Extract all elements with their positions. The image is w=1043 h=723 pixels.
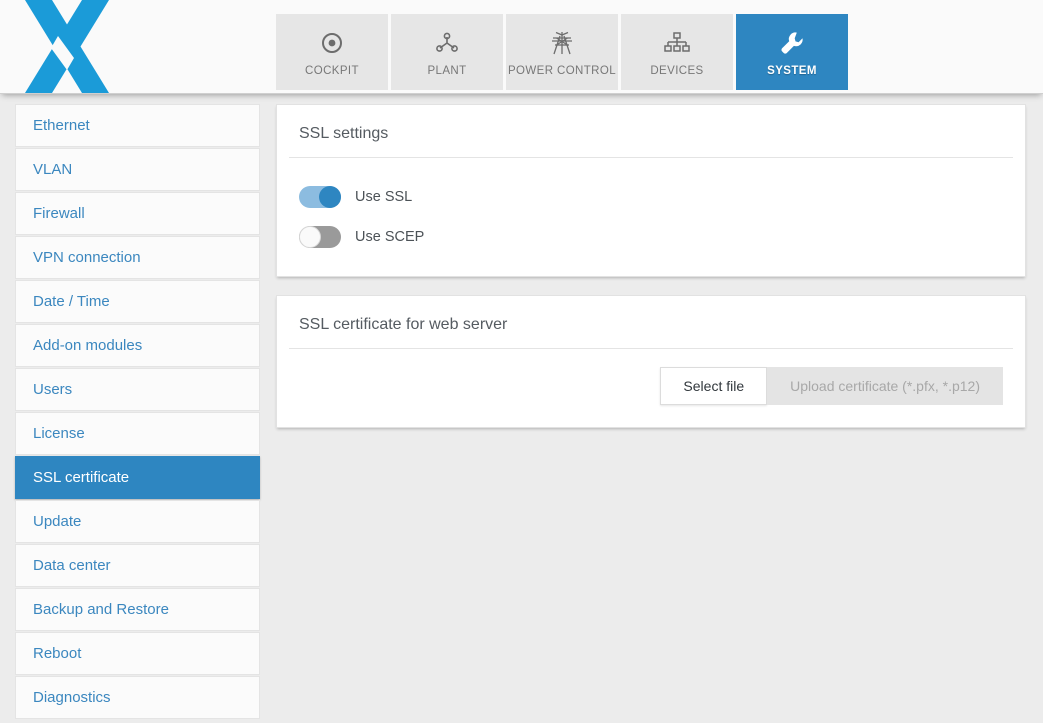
certificate-upload-row: Select file Upload certificate (*.pfx, *… xyxy=(277,349,1025,427)
ssl-settings-title: SSL settings xyxy=(299,125,389,142)
sidebar-item-data-center[interactable]: Data center xyxy=(15,544,260,587)
sidebar-item-reboot[interactable]: Reboot xyxy=(15,632,260,675)
sidebar-item-label: SSL certificate xyxy=(33,469,130,486)
use-scep-toggle[interactable] xyxy=(299,226,341,248)
sidebar-item-license[interactable]: License xyxy=(15,412,260,455)
sidebar-item-label: Data center xyxy=(33,557,111,574)
power-tower-icon xyxy=(549,28,575,58)
tab-cockpit[interactable]: COCKPIT xyxy=(276,14,388,90)
sidebar-item-label: Ethernet xyxy=(33,117,90,134)
sidebar-item-add-on-modules[interactable]: Add-on modules xyxy=(15,324,260,367)
use-scep-label: Use SCEP xyxy=(355,229,425,245)
upload-certificate-button: Upload certificate (*.pfx, *.p12) xyxy=(767,367,1003,405)
main-content: SSL settings Use SSL Use SCEP SSL certif… xyxy=(276,104,1026,446)
tab-system[interactable]: SYSTEM xyxy=(736,14,848,90)
sidebar-item-vpn-connection[interactable]: VPN connection xyxy=(15,236,260,279)
target-icon xyxy=(320,28,344,58)
sidebar-item-label: Add-on modules xyxy=(33,337,143,354)
sidebar-item-label: Date / Time xyxy=(33,293,110,310)
sidebar-item-ssl-certificate[interactable]: SSL certificate xyxy=(15,456,260,499)
tab-power-control-label: POWER CONTROL xyxy=(507,64,617,77)
toggle-knob xyxy=(319,186,341,208)
sidebar-item-date-time[interactable]: Date / Time xyxy=(15,280,260,323)
use-scep-row: Use SCEP xyxy=(299,220,1003,254)
tab-plant[interactable]: PLANT xyxy=(391,14,503,90)
settings-sidebar[interactable]: Ethernet VLAN Firewall VPN connection Da… xyxy=(15,104,260,720)
sidebar-item-update[interactable]: Update xyxy=(15,500,260,543)
ssl-settings-body: Use SSL Use SCEP xyxy=(277,158,1025,276)
sidebar-item-label: License xyxy=(33,425,85,442)
sidebar-item-ethernet[interactable]: Ethernet xyxy=(15,104,260,147)
use-ssl-toggle[interactable] xyxy=(299,186,341,208)
select-file-button[interactable]: Select file xyxy=(660,367,768,405)
tab-cockpit-label: COCKPIT xyxy=(305,64,359,77)
sidebar-item-firewall[interactable]: Firewall xyxy=(15,192,260,235)
sidebar-item-diagnostics[interactable]: Diagnostics xyxy=(15,676,260,719)
sidebar-item-label: Diagnostics xyxy=(33,689,111,706)
main-nav-tabs[interactable]: COCKPIT PLANT POWER CONTROL DEVICES SYST… xyxy=(276,14,848,94)
tab-power-control[interactable]: POWER CONTROL xyxy=(506,14,618,90)
sidebar-item-label: VLAN xyxy=(33,161,73,178)
sidebar-item-label: Reboot xyxy=(33,645,82,662)
sidebar-item-backup-and-restore[interactable]: Backup and Restore xyxy=(15,588,260,631)
sidebar-item-label: Users xyxy=(33,381,73,398)
tab-devices-label: DEVICES xyxy=(650,64,704,77)
sidebar-item-users[interactable]: Users xyxy=(15,368,260,411)
sidebar-item-label: Update xyxy=(33,513,82,530)
use-ssl-label: Use SSL xyxy=(355,189,413,205)
ssl-settings-panel: SSL settings Use SSL Use SCEP xyxy=(276,104,1026,277)
page-content: Ethernet VLAN Firewall VPN connection Da… xyxy=(0,94,1043,723)
app-header: COCKPIT PLANT POWER CONTROL DEVICES SYST… xyxy=(0,0,1043,94)
toggle-knob xyxy=(299,226,321,248)
sidebar-item-label: Firewall xyxy=(33,205,85,222)
use-ssl-row: Use SSL xyxy=(299,180,1003,214)
tab-plant-label: PLANT xyxy=(427,64,467,77)
share-nodes-icon xyxy=(434,28,460,58)
sidebar-item-vlan[interactable]: VLAN xyxy=(15,148,260,191)
sitemap-icon xyxy=(664,28,690,58)
tab-devices[interactable]: DEVICES xyxy=(621,14,733,90)
wrench-icon xyxy=(779,28,805,58)
ssl-certificate-panel: SSL certificate for web server Select fi… xyxy=(276,295,1026,428)
sidebar-item-label: Backup and Restore xyxy=(33,601,169,618)
tab-system-label: SYSTEM xyxy=(767,64,817,77)
x-logo xyxy=(8,0,118,93)
ssl-certificate-title: SSL certificate for web server xyxy=(299,316,508,333)
sidebar-item-label: VPN connection xyxy=(33,249,141,266)
